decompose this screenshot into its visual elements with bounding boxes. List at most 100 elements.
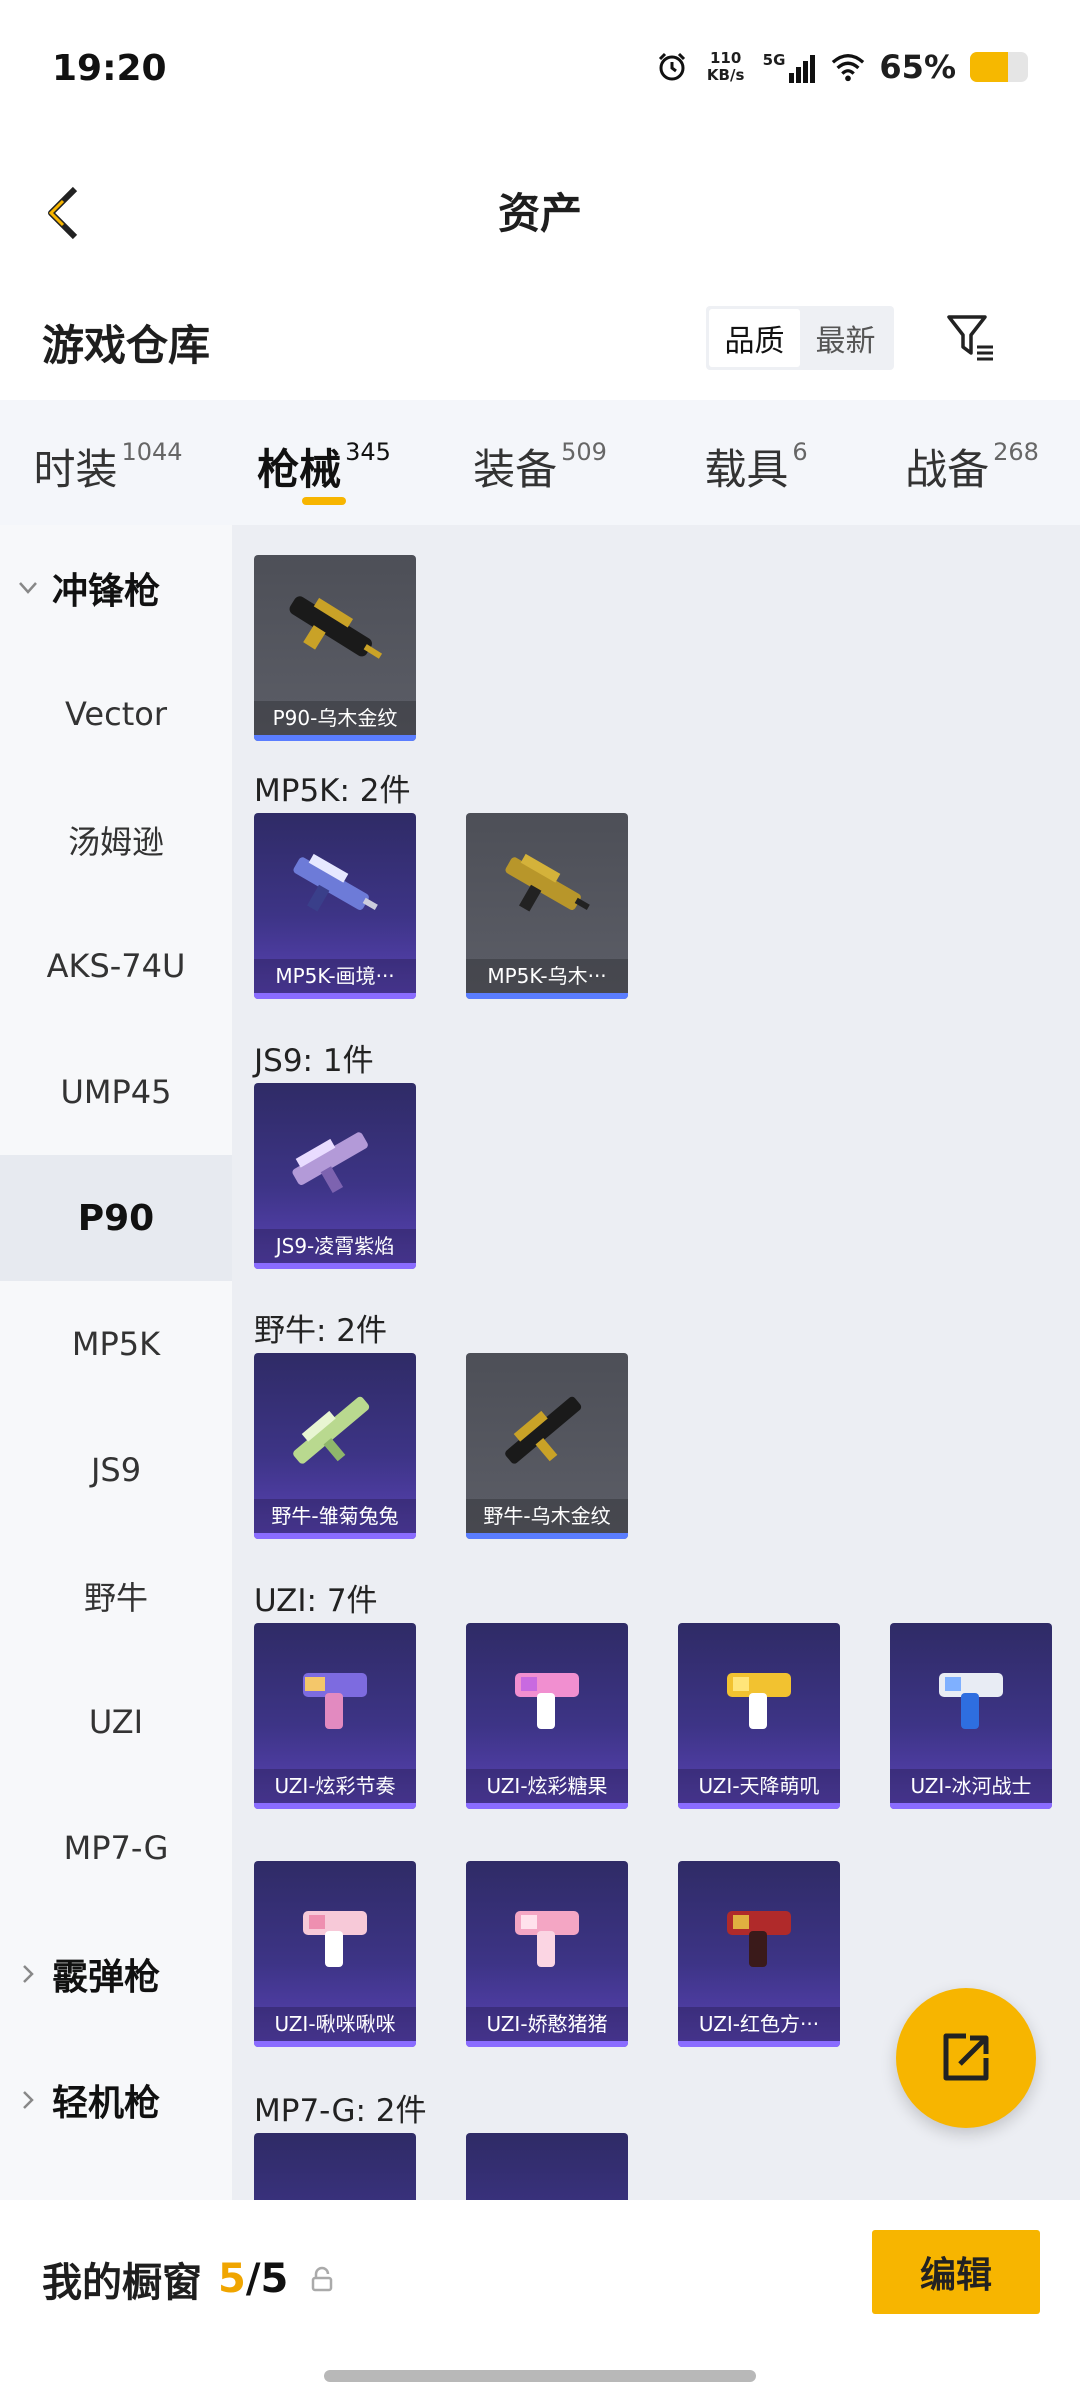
status-icons: 110 KB/s 5G 65%	[655, 48, 1028, 86]
sidebar-item-uzi[interactable]: UZI	[0, 1659, 232, 1785]
gun-image	[254, 1861, 416, 2009]
warehouse-title: 游戏仓库	[42, 321, 211, 370]
showcase-total: /5	[245, 2256, 289, 2302]
weapon-card[interactable]: JS9-凌霄紫焰	[254, 1083, 416, 1269]
tab-fashion[interactable]: 时装 1044	[0, 400, 216, 525]
tab-equipment[interactable]: 装备 509	[432, 400, 648, 525]
warehouse-row: 游戏仓库 品质 最新	[0, 290, 1080, 400]
rarity-bar	[254, 993, 416, 999]
sidebar-item-thompson[interactable]: 汤姆逊	[0, 777, 232, 903]
weapon-card[interactable]: UZI-冰河战士	[890, 1623, 1052, 1809]
sidebar-item-vector[interactable]: Vector	[0, 651, 232, 777]
weapon-name: UZI-娇憨猪猪	[466, 2007, 628, 2041]
sidebar-item-ump45[interactable]: UMP45	[0, 1029, 232, 1155]
weapon-card[interactable]: 野牛-雏菊兔兔	[254, 1353, 416, 1539]
weapon-name: MP5K-乌木···	[466, 959, 628, 993]
signal-icon: 5G	[763, 51, 818, 83]
speed-value: 110	[710, 49, 742, 67]
section-title-uzi: UZI: 7件	[254, 1583, 378, 1619]
gun-image	[466, 1623, 628, 1771]
gun-image	[254, 1353, 416, 1501]
weapon-card[interactable]: UZI-炫彩节奏	[254, 1623, 416, 1809]
weapon-card[interactable]: MP5K-乌木···	[466, 813, 628, 999]
weapon-name: UZI-炫彩节奏	[254, 1769, 416, 1803]
tab-vehicles[interactable]: 载具 6	[648, 400, 864, 525]
weapon-card[interactable]: UZI-啾咪啾咪	[254, 1861, 416, 2047]
weapon-type-sidebar: 冲锋枪 Vector 汤姆逊 AKS-74U UMP45 P90 MP5K JS…	[0, 525, 232, 2200]
chevron-right-icon	[18, 2090, 38, 2110]
gun-image	[678, 1861, 840, 2009]
speed-unit: KB/s	[706, 66, 745, 84]
tab-label: 枪械	[257, 445, 342, 494]
showcase-used: 5	[218, 2256, 246, 2302]
gun-image	[466, 1861, 628, 2009]
rarity-bar	[678, 2041, 840, 2047]
lock-icon	[310, 2264, 338, 2294]
filter-button[interactable]	[942, 308, 1000, 368]
sort-option-quality[interactable]: 品质	[709, 309, 800, 367]
weapon-name: UZI-炫彩糖果	[466, 1769, 628, 1803]
weapon-card[interactable]: UZI-红色方···	[678, 1861, 840, 2047]
section-title-mp5k: MP5K: 2件	[254, 773, 411, 809]
section-title-bizon: 野牛: 2件	[254, 1313, 388, 1349]
sidebar-item-mp5k[interactable]: MP5K	[0, 1281, 232, 1407]
sidebar-group-lmg[interactable]: 轻机枪	[0, 2037, 232, 2163]
weapon-card[interactable]: MP5K-画境···	[254, 813, 416, 999]
weapon-card[interactable]: P90-乌木金纹	[254, 555, 416, 741]
rarity-bar	[254, 1533, 416, 1539]
rarity-bar	[466, 993, 628, 999]
weapon-grid: P90-乌木金纹 MP5K: 2件 MP5K-画境··· MP5K-乌木··· …	[232, 525, 1080, 2200]
rarity-bar	[466, 1803, 628, 1809]
weapon-name: UZI-天降萌叽	[678, 1769, 840, 1803]
network-speed: 110 KB/s	[703, 50, 749, 84]
sidebar-item-bizon[interactable]: 野牛	[0, 1533, 232, 1659]
gun-image	[678, 1623, 840, 1771]
weapon-card[interactable]: UZI-天降萌叽	[678, 1623, 840, 1809]
edit-button[interactable]: 编辑	[872, 2230, 1040, 2314]
weapon-name: JS9-凌霄紫焰	[254, 1229, 416, 1263]
section-title-js9: JS9: 1件	[254, 1043, 374, 1079]
app-header: 资产	[0, 140, 1080, 290]
tab-count: 268	[993, 438, 1039, 466]
weapon-card[interactable]: UZI-娇憨猪猪	[466, 1861, 628, 2047]
sidebar-item-p90[interactable]: P90	[0, 1155, 232, 1281]
rarity-bar	[254, 2041, 416, 2047]
tab-count: 509	[561, 438, 607, 466]
sidebar-group-label: 冲锋枪	[52, 571, 161, 612]
wifi-icon	[831, 50, 865, 84]
sidebar-group-smg[interactable]: 冲锋枪	[0, 525, 232, 651]
weapon-name: P90-乌木金纹	[254, 701, 416, 735]
chevron-down-icon	[18, 578, 38, 598]
share-button[interactable]	[896, 1988, 1036, 2128]
weapon-card[interactable]: UZI-炫彩糖果	[466, 1623, 628, 1809]
gun-image	[254, 813, 416, 961]
rarity-bar	[466, 2041, 628, 2047]
sidebar-group-shotgun[interactable]: 霰弹枪	[0, 1911, 232, 2037]
tab-guns[interactable]: 枪械 345	[216, 400, 432, 525]
showcase-status: 我的橱窗 5 /5	[42, 2250, 338, 2308]
page-title: 资产	[497, 189, 582, 238]
weapon-card[interactable]	[254, 2133, 416, 2200]
gun-image	[466, 813, 628, 961]
sort-toggle: 品质 最新	[706, 306, 894, 370]
tab-label: 时装	[33, 445, 118, 494]
tab-label: 战备	[905, 445, 990, 494]
tab-label: 装备	[473, 445, 558, 494]
sidebar-item-js9[interactable]: JS9	[0, 1407, 232, 1533]
weapon-card[interactable]: 野牛-乌木金纹	[466, 1353, 628, 1539]
sidebar-group-label: 霰弹枪	[52, 1957, 161, 1998]
battery-text: 65%	[879, 48, 956, 86]
alarm-icon	[655, 50, 689, 84]
tab-count: 6	[792, 438, 808, 466]
sidebar-item-mp7g[interactable]: MP7-G	[0, 1785, 232, 1911]
tab-supplies[interactable]: 战备 268	[864, 400, 1080, 525]
weapon-card[interactable]	[466, 2133, 628, 2200]
home-indicator[interactable]	[324, 2370, 756, 2382]
weapon-name: UZI-冰河战士	[890, 1769, 1052, 1803]
sort-option-latest[interactable]: 最新	[800, 309, 891, 367]
gun-image	[890, 1623, 1052, 1771]
rarity-bar	[466, 1533, 628, 1539]
sidebar-item-aks74u[interactable]: AKS-74U	[0, 903, 232, 1029]
gun-image	[254, 555, 416, 703]
chevron-right-icon	[18, 1964, 38, 1984]
